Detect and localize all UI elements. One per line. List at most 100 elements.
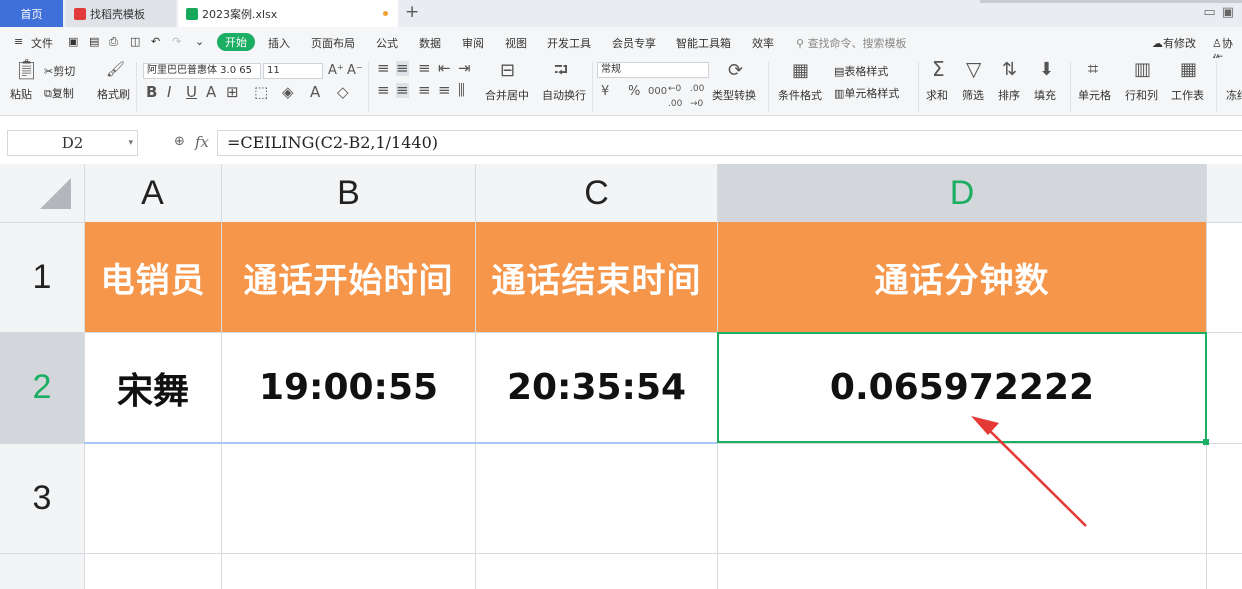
filter-icon[interactable]: ▽ [966,59,981,79]
redo-icon[interactable]: ↷ [172,35,181,48]
italic-icon[interactable]: I [167,85,171,100]
indent-decrease-icon[interactable]: ⇤ [438,61,451,76]
menu-page-layout[interactable]: 页面布局 [311,35,355,51]
search-icon: ⚲ [796,37,805,50]
cells-button[interactable]: 单元格 [1078,87,1111,103]
align-right-icon[interactable]: ≡ [418,83,431,98]
font-decrease-icon[interactable]: A⁻ [347,63,363,78]
sort-icon[interactable]: ⇅ [1002,61,1017,79]
menu-data[interactable]: 数据 [419,35,441,51]
clear-format-icon[interactable]: ◇ [337,85,349,100]
formula-input[interactable]: =CEILING(C2-B2,1/1440) [217,130,1242,156]
tab-file[interactable]: 2023案例.xlsx [178,0,398,27]
rows-cols-icon[interactable]: ▥ [1134,61,1151,79]
undo-icon[interactable]: ↶ [151,35,160,48]
sort-button[interactable]: 排序 [998,87,1020,103]
align-center-icon[interactable]: ≡ [396,83,409,98]
menu-efficiency[interactable]: 效率 [752,35,774,51]
brush-icon[interactable]: 🖌︎ [106,62,125,77]
font-size-select[interactable]: 11 [263,63,323,79]
strikethrough-icon[interactable]: A [206,85,216,100]
align-left-icon[interactable]: ≡ [377,83,390,98]
menu-insert[interactable]: 插入 [268,35,290,51]
tile-icon[interactable]: ▣ [1222,5,1234,20]
print-icon[interactable]: ⎙ [109,35,118,49]
save-icon[interactable]: ▣ [68,35,78,48]
cells-icon[interactable]: ⌗ [1088,61,1098,79]
align-bottom-icon[interactable]: ≡ [418,61,431,76]
menu-formula[interactable]: 公式 [376,35,398,51]
tab-template[interactable]: 找稻壳模板 [66,0,176,27]
currency-icon[interactable]: ¥ [601,84,609,99]
menu-file[interactable]: 文件 [31,35,53,51]
justify-icon[interactable]: ≡ [438,83,451,98]
name-box[interactable]: D2 ▾ [7,130,138,156]
copy-button[interactable]: ⧉复制 [44,85,74,101]
convert-icon[interactable]: ⟳ [728,62,743,80]
decimal-increase-icon[interactable]: ←0.00 [668,82,682,112]
merge-icon[interactable]: ⊟ [500,62,515,80]
new-tab-button[interactable]: + [405,2,419,22]
merge-center-button[interactable]: 合并居中 [485,87,529,103]
worksheet-icon[interactable]: ▦ [1180,61,1197,79]
chevron-down-icon[interactable]: ▾ [128,131,133,155]
annotation-arrow-icon [971,416,1087,527]
percent-icon[interactable]: % [628,84,640,99]
number-format-select[interactable]: 常规 [597,62,709,78]
wrap-icon[interactable]: ⮒ [554,62,568,80]
paste-button[interactable]: 粘贴 [10,86,32,102]
zoom-icon[interactable]: ⊕ [174,134,185,149]
border-icon[interactable]: ⊞ [226,85,239,100]
cut-button[interactable]: ✂剪切 [44,63,75,79]
rows-cols-button[interactable]: 行和列 [1125,87,1158,103]
menu-view[interactable]: 视图 [505,35,527,51]
underline-icon[interactable]: U [186,85,197,100]
has-changes-button[interactable]: ☁有修改 [1152,35,1196,51]
thousands-icon[interactable]: 000 [648,84,667,99]
window-edge [980,0,1242,3]
fx-icon[interactable]: fx [195,133,209,151]
menu-member[interactable]: 会员专享 [612,35,656,51]
font-name-select[interactable]: 阿里巴巴普惠体 3.0 65 [143,63,261,79]
separator [368,62,369,112]
layout-icon[interactable]: ▭ [1203,5,1215,20]
sum-icon[interactable]: Σ [932,59,945,79]
decimal-decrease-icon[interactable]: .00 →0 [690,82,704,112]
sum-button[interactable]: 求和 [926,87,948,103]
paste-icon[interactable]: 📋︎ [14,59,39,79]
conditional-format-button[interactable]: 条件格式 [778,87,822,103]
menu-review[interactable]: 审阅 [462,35,484,51]
separator [592,62,593,112]
cell-style-button[interactable]: ▥单元格样式 [834,85,899,101]
hamburger-icon[interactable]: ≡ [14,35,23,48]
font-increase-icon[interactable]: A⁺ [328,63,344,78]
docer-logo-icon [74,7,86,20]
auto-wrap-button[interactable]: 自动换行 [542,87,586,103]
menu-dev-tools[interactable]: 开发工具 [547,35,591,51]
table-style-label: 表格样式 [844,65,889,78]
fill-button[interactable]: 填充 [1034,87,1056,103]
fill-icon[interactable]: ⬇ [1039,61,1054,79]
cell-fill-pattern-icon[interactable]: ⬚ [254,85,268,100]
menu-start[interactable]: 开始 [217,33,255,51]
preview-icon[interactable]: ◫ [130,35,140,48]
menu-smart-toolbox[interactable]: 智能工具箱 [676,35,731,51]
freeze-button[interactable]: 冻结 [1226,87,1242,103]
format-painter-button[interactable]: 格式刷 [97,86,130,102]
distributed-icon[interactable]: ⫼ [458,83,465,98]
type-convert-button[interactable]: 类型转换 [712,87,756,103]
font-color-icon[interactable]: A [310,85,320,100]
filter-button[interactable]: 筛选 [962,87,984,103]
command-search[interactable]: ⚲ 查找命令、搜索模板 [796,35,907,51]
worksheet-button[interactable]: 工作表 [1171,87,1204,103]
export-icon[interactable]: ▤ [89,35,99,48]
conditional-format-icon[interactable]: ▦ [792,62,809,80]
tab-home[interactable]: 首页 [0,0,63,27]
more-dropdown-icon[interactable]: ⌄ [195,35,204,48]
fill-color-icon[interactable]: ◈ [282,85,294,100]
table-style-button[interactable]: ▤表格样式 [834,63,888,79]
bold-icon[interactable]: B [146,85,157,100]
align-middle-icon[interactable]: ≡ [396,61,409,76]
indent-increase-icon[interactable]: ⇥ [458,61,471,76]
align-top-icon[interactable]: ≡ [377,61,390,76]
